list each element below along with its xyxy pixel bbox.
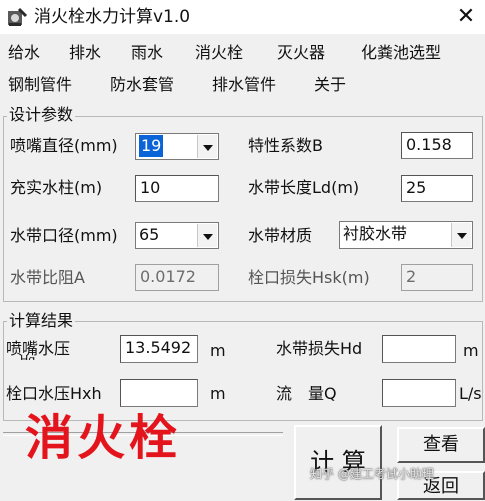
menu-item-water-supply[interactable]: 给水 bbox=[8, 42, 40, 64]
hose-loss-unit: m bbox=[463, 341, 479, 360]
watermark: 知乎 @建工考试小助理 bbox=[310, 467, 434, 481]
view-button[interactable]: 查看 bbox=[397, 427, 485, 463]
menu-item-waterproof-sleeve[interactable]: 防水套管 bbox=[110, 74, 174, 96]
hose-diameter-select[interactable]: 65 bbox=[135, 222, 219, 249]
nozzle-pressure-field[interactable]: 13.5492 bbox=[120, 335, 198, 363]
nozzle-pressure-label-overflow: Hq bbox=[20, 354, 35, 360]
nozzle-diameter-label: 喷嘴直径(mm) bbox=[10, 136, 118, 155]
coefficient-b-field[interactable]: 0.158 bbox=[401, 132, 473, 159]
hydrant-pressure-field[interactable] bbox=[120, 379, 198, 407]
hose-length-field[interactable]: 25 bbox=[401, 175, 473, 202]
hydrant-loss-label: 栓口损失Hsk(m) bbox=[248, 268, 370, 287]
menu-item-rainwater[interactable]: 雨水 bbox=[131, 42, 163, 64]
hose-loss-field[interactable] bbox=[382, 335, 456, 363]
results-caption: 计算结果 bbox=[7, 311, 76, 331]
nozzle-diameter-value: 19 bbox=[139, 135, 164, 157]
flow-unit: L/s bbox=[459, 384, 482, 403]
menu-item-drainage[interactable]: 排水 bbox=[69, 42, 101, 64]
hydrant-pressure-label: 栓口水压Hxh bbox=[6, 384, 102, 403]
title-bar: 消火栓水力计算v1.0 ✕ bbox=[0, 0, 485, 34]
menu-item-extinguisher[interactable]: 灭火器 bbox=[277, 42, 325, 64]
hose-material-select[interactable]: 衬胶水带 bbox=[339, 221, 473, 249]
calculate-button[interactable]: 计 算 bbox=[294, 425, 382, 500]
menu-item-about[interactable]: 关于 bbox=[314, 74, 346, 96]
flow-label: 流 量Q bbox=[276, 384, 337, 403]
chevron-down-icon[interactable] bbox=[197, 224, 217, 247]
menu-item-septic-tank[interactable]: 化粪池选型 bbox=[361, 42, 441, 64]
nozzle-pressure-label: 喷嘴水压 bbox=[6, 339, 71, 358]
nozzle-pressure-unit: m bbox=[210, 341, 226, 360]
chevron-down-icon[interactable] bbox=[451, 223, 471, 247]
menu-item-fire-hydrant[interactable]: 消火栓 bbox=[195, 42, 243, 64]
nozzle-diameter-select[interactable]: 19 bbox=[135, 133, 219, 160]
design-parameters-caption: 设计参数 bbox=[7, 105, 76, 125]
water-column-field[interactable]: 10 bbox=[135, 175, 219, 202]
close-icon[interactable]: ✕ bbox=[453, 4, 479, 30]
hose-resistance-field: 0.0172 bbox=[135, 264, 219, 291]
window-title: 消火栓水力计算v1.0 bbox=[34, 7, 191, 27]
app-icon bbox=[6, 6, 28, 28]
hydrant-loss-field: 2 bbox=[401, 264, 473, 291]
menu-item-steel-fittings[interactable]: 钢制管件 bbox=[8, 74, 72, 96]
hose-material-label: 水带材质 bbox=[248, 226, 313, 245]
menu-item-drain-fittings[interactable]: 排水管件 bbox=[212, 74, 276, 96]
hose-length-label: 水带长度Ld(m) bbox=[248, 178, 360, 197]
hose-material-value: 衬胶水带 bbox=[343, 224, 408, 243]
coefficient-b-label: 特性系数B bbox=[248, 136, 323, 155]
water-column-label: 充实水柱(m) bbox=[10, 178, 103, 197]
hose-diameter-value: 65 bbox=[139, 225, 160, 244]
menu-bar: 给水 排水 雨水 消火栓 灭火器 化粪池选型 钢制管件 防水套管 排水管件 关于 bbox=[0, 38, 485, 104]
hose-loss-label: 水带损失Hd bbox=[276, 339, 363, 358]
hydrant-pressure-unit: m bbox=[210, 384, 226, 403]
flow-field[interactable] bbox=[382, 379, 456, 407]
hose-diameter-label: 水带口径(mm) bbox=[10, 226, 118, 245]
banner-text: 消火栓 bbox=[25, 410, 182, 466]
chevron-down-icon[interactable] bbox=[197, 135, 217, 158]
hose-resistance-label: 水带比阻A bbox=[10, 268, 85, 287]
